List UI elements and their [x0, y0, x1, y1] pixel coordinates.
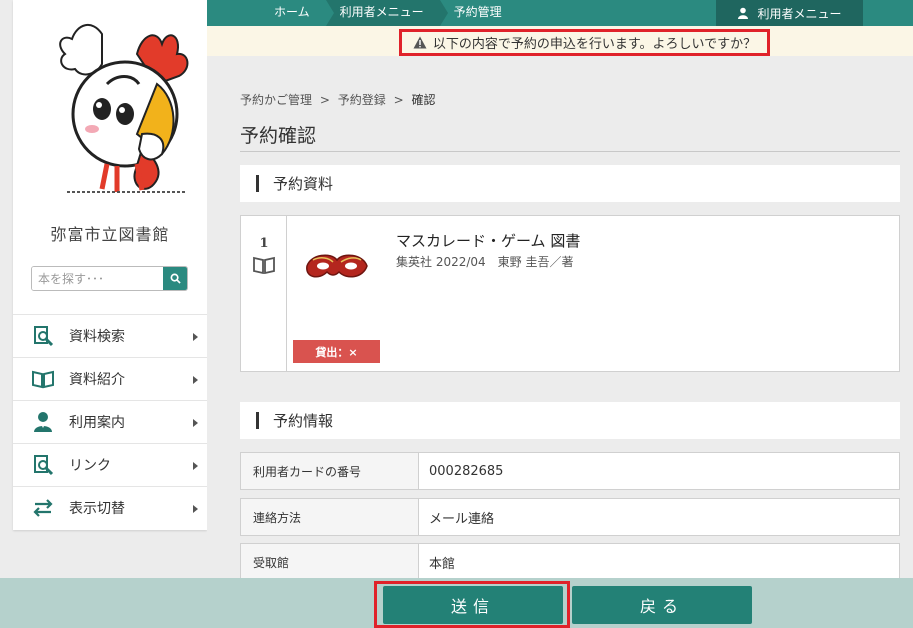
info-row-card-number: 利用者カードの番号 000282685: [240, 452, 900, 490]
chevron-right-icon: [193, 333, 198, 341]
breadcrumb-current: 確認: [411, 93, 436, 107]
user-menu-label: 利用者メニュー: [757, 6, 842, 21]
library-mascot-logo: [59, 24, 189, 193]
search-box: [31, 266, 188, 291]
sidebar-item-display-toggle[interactable]: 表示切替: [13, 486, 207, 529]
search-doc-icon: [31, 453, 55, 477]
info-row-pickup-library: 受取館 本館: [240, 543, 900, 581]
user-menu-button[interactable]: 利用者メニュー: [716, 0, 863, 26]
send-button[interactable]: 送信: [383, 586, 563, 624]
open-book-icon: [31, 367, 55, 391]
library-name: 弥富市立図書館: [50, 225, 170, 244]
warning-icon: [413, 36, 427, 49]
nav-user-menu[interactable]: 利用者メニュー: [325, 0, 448, 26]
person-icon: [738, 7, 749, 19]
sidebar-item-usage-guide[interactable]: 利用案内: [13, 400, 207, 443]
item-meta: 集英社 2022/04 東野 圭吾／著: [396, 255, 574, 269]
confirm-message: 以下の内容で予約の申込を行います。よろしいですか？: [432, 37, 757, 52]
info-label: 利用者カードの番号: [241, 453, 419, 489]
title-divider: [240, 151, 900, 152]
sidebar-item-label: リンク: [69, 458, 111, 474]
info-value: 本館: [429, 556, 456, 572]
sidebar-item-material-intro[interactable]: 資料紹介: [13, 357, 207, 400]
info-label: 連絡方法: [241, 499, 419, 535]
sidebar-item-label: 利用案内: [69, 415, 125, 431]
top-breadcrumb-nav: ホーム 利用者メニュー 予約管理: [258, 0, 518, 26]
loan-status-badge: 貸出：×: [293, 340, 380, 363]
info-row-contact-method: 連絡方法 メール連絡: [240, 498, 900, 536]
sidebar-menu: 資料検索 資料紹介 利用案内 リンク 表示切替: [13, 314, 207, 529]
person-icon: [31, 410, 55, 434]
item-number: 1: [259, 236, 269, 251]
sidebar-item-label: 表示切替: [69, 501, 125, 517]
chevron-right-icon: [193, 419, 198, 427]
search-icon: [170, 273, 181, 284]
info-value: メール連絡: [429, 511, 495, 527]
page-title: 予約確認: [240, 125, 317, 147]
sidebar-item-label: 資料紹介: [69, 372, 125, 388]
item-title[interactable]: マスカレード・ゲーム 図書: [396, 230, 580, 251]
section-heading-materials: 予約資料: [240, 165, 900, 202]
back-button[interactable]: 戻る: [572, 586, 752, 624]
sidebar-item-material-search[interactable]: 資料検索: [13, 314, 207, 357]
breadcrumb-cart[interactable]: 予約かご管理: [240, 93, 312, 107]
sidebar-item-links[interactable]: リンク: [13, 443, 207, 486]
nav-reservation-management[interactable]: 予約管理: [439, 0, 518, 26]
book-icon: [253, 256, 275, 274]
breadcrumb-sep: >: [393, 93, 404, 107]
breadcrumb-register[interactable]: 予約登録: [338, 93, 386, 107]
search-doc-icon: [31, 324, 55, 348]
swap-arrows-icon: [31, 496, 55, 520]
chevron-right-icon: [193, 462, 198, 470]
info-value: 000282685: [429, 463, 504, 479]
breadcrumb: 予約かご管理 > 予約登録 > 確認: [240, 91, 439, 108]
confirm-banner: 以下の内容で予約の申込を行います。よろしいですか？: [207, 26, 913, 56]
confirm-message-box: 以下の内容で予約の申込を行います。よろしいですか？: [399, 29, 770, 56]
nav-home[interactable]: ホーム: [258, 0, 334, 26]
sidebar-item-label: 資料検索: [69, 329, 125, 345]
book-cover-image: [301, 226, 373, 310]
info-label: 受取館: [241, 544, 419, 580]
item-number-column: 1: [241, 216, 287, 371]
search-button[interactable]: [163, 267, 187, 290]
section-heading-info: 予約情報: [240, 402, 900, 439]
sidebar: 弥富市立図書館 資料検索 資料紹介 利用案内: [13, 0, 207, 530]
search-input[interactable]: [32, 267, 163, 290]
chevron-right-icon: [193, 376, 198, 384]
reservation-item-card: 1 貸出：× マスカレード・ゲーム 図書 集英社 2022/04 東野 圭吾／著: [240, 215, 900, 372]
chevron-right-icon: [193, 505, 198, 513]
breadcrumb-sep: >: [319, 93, 330, 107]
